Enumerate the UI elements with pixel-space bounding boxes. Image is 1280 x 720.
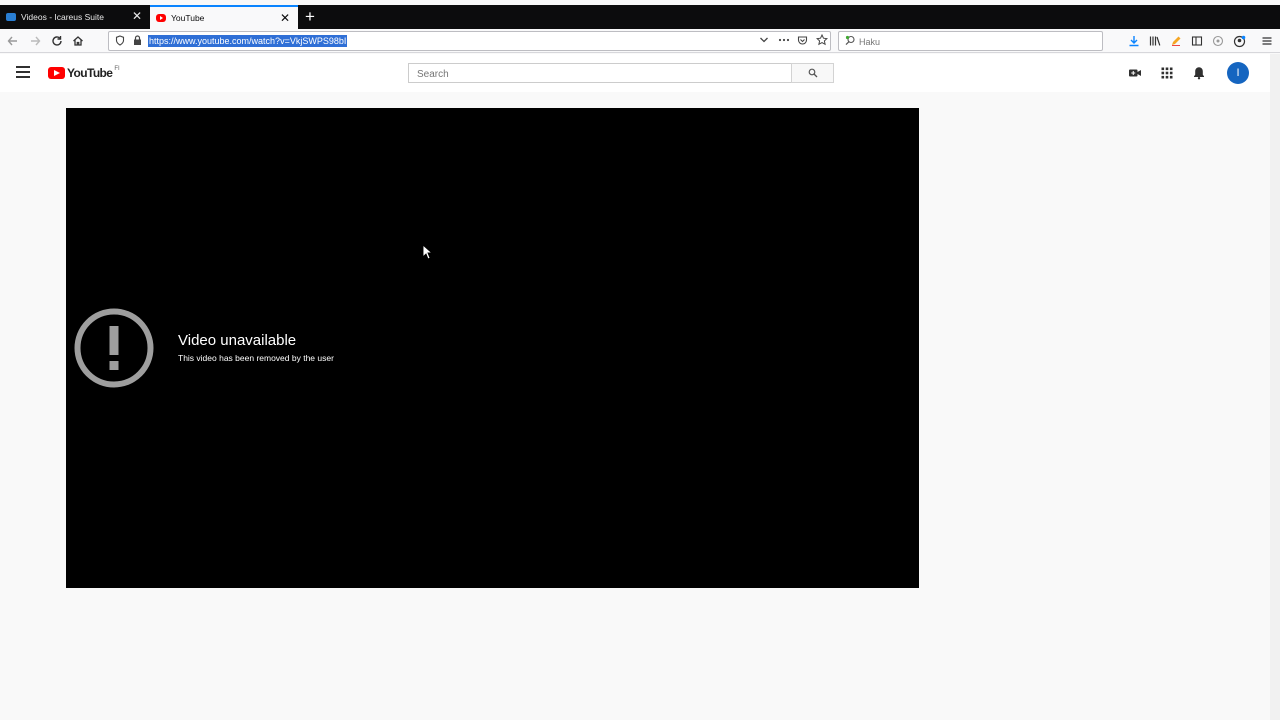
- error-reason: This video has been removed by the user: [178, 353, 334, 363]
- youtube-masthead: YouTube FI I: [0, 54, 1270, 92]
- reload-icon[interactable]: [49, 33, 65, 49]
- youtube-search-box[interactable]: [408, 63, 792, 84]
- youtube-logo[interactable]: YouTube FI: [48, 66, 120, 80]
- library-icon[interactable]: [1147, 33, 1163, 49]
- search-icon: [845, 35, 856, 49]
- downloads-icon[interactable]: [1126, 33, 1142, 49]
- extension-icon[interactable]: [1210, 33, 1226, 49]
- page-actions-menu-icon[interactable]: [778, 34, 790, 49]
- forward-arrow-icon[interactable]: [27, 33, 43, 49]
- tab-title: YouTube: [171, 13, 205, 23]
- new-tab-button[interactable]: +: [298, 5, 322, 29]
- create-video-icon[interactable]: [1128, 66, 1142, 80]
- notifications-bell-icon[interactable]: [1192, 66, 1206, 80]
- error-title: Video unavailable: [178, 332, 297, 349]
- edit-pencil-icon[interactable]: [1168, 33, 1184, 49]
- video-player[interactable]: Video unavailable This video has been re…: [66, 108, 919, 588]
- browser-search-input[interactable]: [859, 35, 1094, 48]
- tracking-shield-icon[interactable]: [115, 35, 125, 49]
- tab-youtube[interactable]: YouTube ✕: [150, 5, 298, 29]
- icareus-favicon-icon: [6, 13, 16, 21]
- close-tab-icon[interactable]: ✕: [132, 9, 142, 23]
- youtube-search-input[interactable]: [409, 65, 791, 84]
- tab-icareus-videos[interactable]: Videos - Icareus Suite ✕: [0, 5, 150, 29]
- youtube-logo-text: YouTube: [67, 66, 113, 80]
- chevron-down-icon[interactable]: [759, 36, 769, 47]
- browser-search-bar[interactable]: [838, 31, 1103, 51]
- close-tab-icon[interactable]: ✕: [280, 11, 290, 25]
- hamburger-menu-icon[interactable]: [1259, 33, 1275, 49]
- home-icon[interactable]: [70, 33, 86, 49]
- sidebar-icon[interactable]: [1189, 33, 1205, 49]
- browser-tab-bar: Videos - Icareus Suite ✕ YouTube ✕ +: [0, 5, 1280, 29]
- mouse-cursor-icon: [422, 244, 432, 260]
- alert-exclamation-icon: [74, 308, 154, 388]
- bookmark-star-icon[interactable]: [815, 33, 829, 49]
- youtube-play-icon: [48, 67, 65, 79]
- back-arrow-icon[interactable]: [5, 33, 21, 49]
- page-scrollbar[interactable]: [1270, 54, 1280, 720]
- url-bar[interactable]: https://www.youtube.com/watch?v=VkjSWPS9…: [108, 31, 831, 51]
- lock-icon[interactable]: [133, 35, 142, 49]
- url-text[interactable]: https://www.youtube.com/watch?v=VkjSWPS9…: [148, 35, 348, 47]
- browser-nav-bar: https://www.youtube.com/watch?v=VkjSWPS9…: [0, 29, 1280, 53]
- account-extension-icon[interactable]: [1231, 33, 1247, 49]
- search-icon: [808, 68, 817, 78]
- avatar[interactable]: I: [1227, 62, 1249, 84]
- apps-grid-icon[interactable]: [1160, 66, 1174, 80]
- country-code: FI: [114, 66, 120, 72]
- guide-menu-icon[interactable]: [16, 66, 30, 78]
- pocket-icon[interactable]: [797, 35, 808, 49]
- youtube-search-button[interactable]: [791, 63, 834, 83]
- youtube-favicon-icon: [156, 14, 166, 22]
- tab-title: Videos - Icareus Suite: [21, 12, 104, 22]
